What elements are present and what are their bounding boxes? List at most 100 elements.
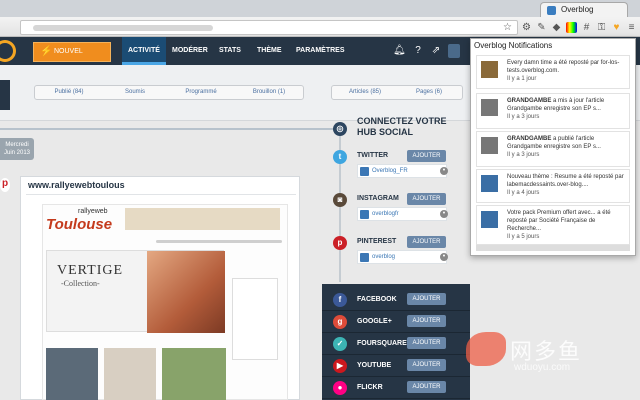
settings-icon[interactable]: • <box>440 167 448 175</box>
tab-articles[interactable]: Articles (85) <box>334 86 396 99</box>
thumbnail <box>162 348 226 400</box>
hero-image: VERTIGE -Collection- <box>46 250 225 333</box>
add-youtube-button[interactable]: AJOUTER <box>407 359 446 371</box>
extension-puzzle-icon[interactable]: ◆ <box>551 22 562 33</box>
notification-time: Il y a 4 jours <box>507 190 540 196</box>
nav-stats[interactable]: STATS <box>213 37 247 65</box>
overblog-icon <box>360 253 369 262</box>
notification-item[interactable]: GRANDGAMBE a mis à jour l'article Grandg… <box>476 93 630 129</box>
browser-tab-title: Overblog <box>561 5 594 14</box>
external-link-icon[interactable]: ⇗ <box>430 44 442 58</box>
notification-item[interactable]: GRANDGAMBE a publié l'article Grandgambe… <box>476 131 630 167</box>
add-flickr-button[interactable]: AJOUTER <box>407 381 446 393</box>
menu-icon[interactable]: ≡ <box>626 22 637 33</box>
add-facebook-button[interactable]: AJOUTER <box>407 293 446 305</box>
thumbnail <box>104 348 156 400</box>
settings-icon[interactable]: • <box>440 210 448 218</box>
youtube-label: YOUTUBE <box>357 362 392 369</box>
add-twitter-button[interactable]: AJOUTER <box>407 150 446 162</box>
extension-color-icon[interactable] <box>566 22 577 33</box>
bolt-icon: ⚡ <box>40 46 53 57</box>
notification-item[interactable]: Nouveau thème : Resume a été reposté par… <box>476 169 630 203</box>
star-icon[interactable]: ☆ <box>502 22 513 33</box>
overblog-icon <box>360 210 369 219</box>
new-article-button[interactable]: ⚡ NOUVEL ARTICLE <box>33 42 111 73</box>
facebook-label: FACEBOOK <box>357 296 397 303</box>
googleplus-label: GOOGLE+ <box>357 318 392 325</box>
avatar <box>481 137 498 154</box>
hub-icon: ◎ <box>333 122 347 136</box>
notification-user: GRANDGAMBE <box>507 98 552 104</box>
pinterest-icon <box>0 178 10 192</box>
site-logo-small: rallyeweb <box>78 208 108 215</box>
post-title[interactable]: www.rallyewebtoulous <box>28 180 125 190</box>
notification-time: Il y a 3 jours <box>507 152 540 158</box>
nav-activite[interactable]: ACTIVITÉ <box>122 37 166 65</box>
twitter-label: TWITTER <box>357 152 389 159</box>
notification-item[interactable]: Votre pack Premium offert avec... a été … <box>476 205 630 245</box>
pinterest-account[interactable]: overblog <box>357 250 447 264</box>
pinterest-label: PINTEREST <box>357 238 397 245</box>
tab-programme[interactable]: Programmé <box>171 86 231 99</box>
instagram-label: INSTAGRAM <box>357 195 399 202</box>
bell-icon[interactable]: 🔔︎ <box>393 44 406 58</box>
site-menu <box>46 240 284 246</box>
notification-item[interactable]: Every damn time a été reposté par for-lo… <box>476 55 630 89</box>
divider <box>26 194 296 195</box>
extension-gear-icon[interactable]: ⚙ <box>521 22 532 33</box>
pinterest-account-name: overblog <box>372 254 396 260</box>
notifications-title: Overblog Notifications <box>474 41 553 50</box>
extension-key-icon[interactable]: ⚿ <box>596 22 607 33</box>
site-banner <box>125 208 280 230</box>
tab-pages[interactable]: Pages (6) <box>398 86 460 99</box>
facebook-icon: f <box>333 293 347 307</box>
nav-moderer[interactable]: MODÉRER <box>166 37 214 65</box>
overblog-logo[interactable] <box>0 40 16 62</box>
foursquare-label: FOURSQUARE <box>357 340 407 347</box>
pinterest-icon: p <box>333 236 347 250</box>
twitter-icon: t <box>333 150 347 164</box>
notification-text: Every damn time a été reposté par for-lo… <box>507 59 627 83</box>
site-menu-items <box>156 240 282 243</box>
notification-text: GRANDGAMBE a mis à jour l'article Grandg… <box>507 97 627 121</box>
add-instagram-button[interactable]: AJOUTER <box>407 193 446 205</box>
notification-text: Nouveau thème : Resume a été reposté par… <box>507 173 627 197</box>
nav-parametres[interactable]: PARAMÈTRES <box>290 37 350 65</box>
status-tabs: Publié (84) Soumis Programmé Brouillon (… <box>34 85 304 100</box>
add-foursquare-button[interactable]: AJOUTER <box>407 337 446 349</box>
flickr-label: FLICKR <box>357 384 383 391</box>
account-avatar[interactable] <box>448 44 460 58</box>
address-bar[interactable] <box>20 20 518 35</box>
avatar <box>481 99 498 116</box>
avatar <box>481 61 498 78</box>
overblog-extension-icon[interactable]: ♥ <box>611 22 622 33</box>
tab-soumis[interactable]: Soumis <box>105 86 165 99</box>
date-weekday: Mercredi <box>5 142 29 148</box>
hub-title: CONNECTEZ VOTRE HUB SOCIAL <box>357 116 447 137</box>
popup-scrollbar[interactable] <box>476 245 630 251</box>
hero-photo <box>147 251 225 333</box>
instagram-account[interactable]: overblogfr <box>357 207 447 221</box>
add-pinterest-button[interactable]: AJOUTER <box>407 236 446 248</box>
extension-dropper-icon[interactable]: ✎ <box>536 22 547 33</box>
tab-publie[interactable]: Publié (84) <box>39 86 99 99</box>
tab-brouillon[interactable]: Brouillon (1) <box>237 86 301 99</box>
site-logo-text: Toulouse <box>46 216 113 233</box>
add-googleplus-button[interactable]: AJOUTER <box>407 315 446 327</box>
settings-icon[interactable]: • <box>440 253 448 261</box>
help-icon[interactable]: ? <box>412 44 424 58</box>
site-sidebar-list <box>232 278 278 360</box>
instagram-icon: ◙ <box>333 193 347 207</box>
notification-time: Il y a 1 jour <box>507 76 537 82</box>
hero-subtitle: -Collection- <box>61 279 100 288</box>
notification-text: GRANDGAMBE a publié l'article Grandgambe… <box>507 135 627 159</box>
extension-hash-icon[interactable]: # <box>581 22 592 33</box>
browser-tab[interactable]: Overblog <box>540 2 628 17</box>
twitter-account[interactable]: Overblog_FR <box>357 164 447 178</box>
fish-logo-icon <box>466 332 506 366</box>
hero-title: VERTIGE <box>57 263 124 278</box>
sidebar-toggle[interactable] <box>0 80 10 110</box>
site-logo: rallyeweb Toulouse <box>46 208 122 236</box>
nav-theme[interactable]: THÈME <box>251 37 288 65</box>
overblog-icon <box>360 167 369 176</box>
